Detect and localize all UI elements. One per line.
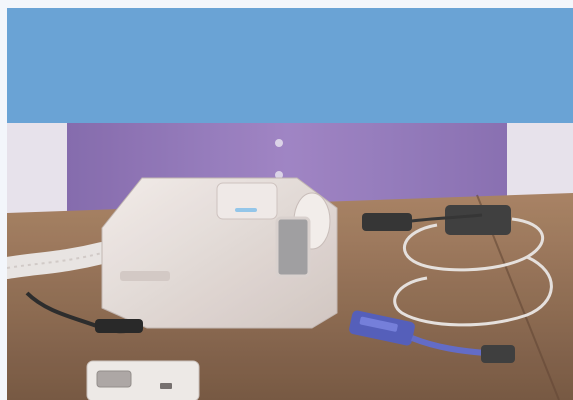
video-player[interactable] <box>7 8 573 400</box>
product-scene-illustration <box>7 123 573 400</box>
page-frame <box>0 0 573 400</box>
video-banner <box>7 8 573 123</box>
